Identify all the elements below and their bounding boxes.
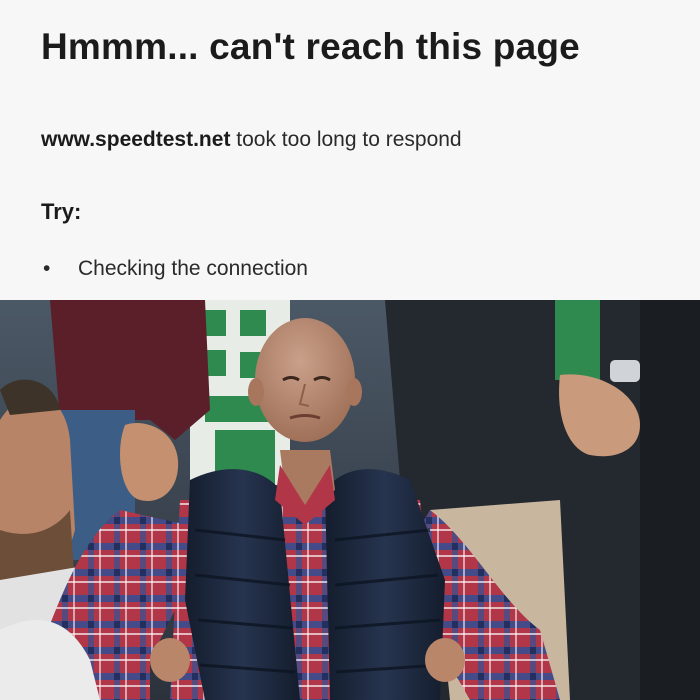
crowd-photo-illustration [0,300,700,700]
bullet-icon: • [43,257,51,280]
try-heading: Try: [41,199,82,224]
suggestion-list: • Checking the connection [0,257,308,281]
error-message: www.speedtest.net took too long to respo… [41,128,462,152]
error-message-suffix: took too long to respond [230,128,462,151]
meme-page: Hmmm... can't reach this page www.speedt… [0,0,700,700]
error-domain: www.speedtest.net [41,128,231,151]
browser-error-page: Hmmm... can't reach this page www.speedt… [0,0,700,300]
error-title: Hmmm... can't reach this page [41,26,580,67]
bald-head [255,318,355,442]
crowd-photo [0,300,700,700]
suggestion-label: Checking the connection [78,257,308,280]
suggestion-item: • Checking the connection [0,257,308,281]
